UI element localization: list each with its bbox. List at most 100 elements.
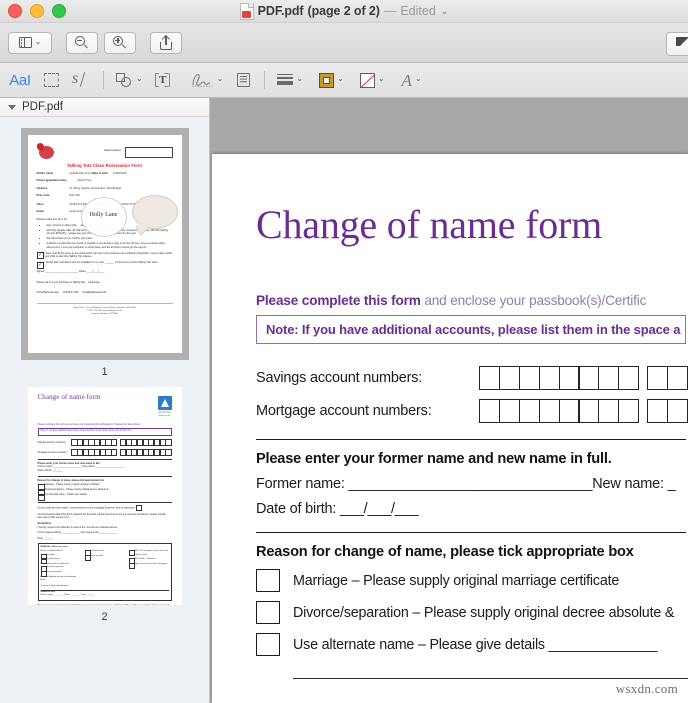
text-selection-icon: AaI bbox=[9, 72, 31, 89]
chevron-down-icon: ⌄ bbox=[35, 38, 42, 46]
border-color-tool[interactable]: ⌄ bbox=[316, 67, 347, 93]
zoom-out-button[interactable] bbox=[66, 32, 98, 54]
thumb2-reason-row: Divorce/separation – Please supply origi… bbox=[38, 489, 172, 493]
former-name-line: Former name: ___________________________… bbox=[256, 476, 688, 492]
annotation-speech-bubble[interactable] bbox=[132, 195, 178, 229]
class-location-label: Class location: bbox=[104, 149, 121, 153]
annotation-toolbar: AaI s ⌄ T bbox=[0, 63, 688, 98]
thumb2-reason-row: Use alternate name – Please give details bbox=[38, 494, 172, 498]
names-heading: Please enter your former name and new na… bbox=[256, 451, 688, 467]
checkbox-divorce[interactable] bbox=[256, 601, 280, 624]
reason-row-alternate: Use alternate name – Please give details… bbox=[256, 633, 688, 656]
thumbnail-page-1[interactable]: Class location: Talking Tots Class Reser… bbox=[28, 135, 182, 353]
pdf-page-2[interactable]: Change of name form Please complete this… bbox=[212, 154, 688, 703]
zoom-button[interactable] bbox=[52, 4, 66, 18]
thumb2-misc: I hereby request the following to amend … bbox=[38, 526, 172, 530]
thumb2-title: Change of name form bbox=[38, 396, 101, 400]
pdf-file-icon bbox=[240, 3, 254, 20]
shape-style-icon bbox=[277, 74, 293, 86]
fill-color-tool[interactable]: ⌄ bbox=[357, 67, 388, 93]
text-selection-tool[interactable]: AaI bbox=[6, 67, 34, 93]
markup-toolbar-button[interactable] bbox=[666, 32, 688, 57]
toolbar-divider bbox=[103, 71, 104, 89]
text-box-tool[interactable]: T bbox=[149, 67, 177, 93]
toolbar-divider bbox=[264, 71, 265, 89]
thumbnail-item-1[interactable]: Class location: Talking Tots Class Reser… bbox=[0, 128, 209, 378]
class-location-box bbox=[125, 147, 173, 158]
window-title: PDF.pdf (page 2 of 2) — Edited ⌄ bbox=[0, 0, 688, 22]
sidebar-header[interactable]: PDF.pdf bbox=[0, 98, 209, 117]
thumb1-note: Please tell us if you purchase of Talkin… bbox=[37, 281, 173, 285]
thumb2-office-panel: BRANCH / Office use only Name of identif… bbox=[38, 543, 172, 601]
title-dash: — bbox=[384, 4, 397, 18]
thumb2-mortgage-row: Mortgage account numbers: bbox=[38, 449, 172, 456]
thumb2-note: Note: If you have additional accounts, p… bbox=[38, 428, 172, 436]
thumb1-checkbox-row: ✓I have read all the terms & you should … bbox=[37, 252, 173, 259]
document-intro-rest: and enclose your passbook(s)/Certific bbox=[421, 293, 647, 308]
title-chevron-down-icon[interactable]: ⌄ bbox=[441, 6, 449, 17]
text-style-tool[interactable]: A ⌄ bbox=[398, 67, 426, 93]
note-tool[interactable] bbox=[229, 67, 257, 93]
thumb1-footer: Head Office: The Old Bakery, Church Stre… bbox=[37, 303, 173, 316]
minimize-button[interactable] bbox=[30, 4, 44, 18]
signature-tool[interactable]: ⌄ bbox=[187, 67, 227, 93]
reason-label-marriage: Marriage – Please supply original marria… bbox=[293, 573, 619, 589]
title-edited-status: Edited bbox=[400, 4, 435, 18]
savings-account-label: Savings account numbers: bbox=[256, 370, 480, 386]
mortgage-account-cells-2[interactable] bbox=[648, 399, 688, 423]
share-button[interactable] bbox=[150, 32, 182, 54]
savings-account-cells-1[interactable] bbox=[480, 366, 639, 390]
talking-tots-logo-icon bbox=[37, 143, 59, 161]
sketch-icon: s bbox=[72, 72, 92, 88]
thumb1-contact: Fiona Baring-Roope 07436 37 080 fiona@ta… bbox=[37, 291, 173, 295]
document-intro: Please complete this form and enclose yo… bbox=[256, 293, 688, 308]
page-gap bbox=[210, 98, 688, 154]
thumbnail-item-2[interactable]: Change of name form SKIPTON Building Soc… bbox=[0, 387, 209, 623]
note-icon bbox=[237, 73, 250, 87]
shapes-tool[interactable]: ⌄ bbox=[113, 67, 146, 93]
sidebar-header-label: PDF.pdf bbox=[22, 101, 63, 113]
main-toolbar: ⌄ bbox=[0, 23, 688, 63]
reason-heading: Reason for change of name, please tick a… bbox=[256, 544, 688, 560]
thumb2-savings-row: Savings account numbers: bbox=[38, 439, 172, 446]
rectangular-selection-tool[interactable] bbox=[37, 67, 65, 93]
skipton-logo-icon: SKIPTON Building Society bbox=[158, 396, 172, 418]
annotation-text-holly-lane[interactable]: Holly Lane bbox=[90, 211, 118, 218]
shape-style-tool[interactable]: ⌄ bbox=[274, 67, 306, 93]
checkbox-alternate-name[interactable] bbox=[256, 633, 280, 656]
thumb2-misc: Date __/__/__ bbox=[38, 537, 172, 541]
reason-label-divorce: Divorce/separation – Please supply origi… bbox=[293, 605, 674, 621]
mortgage-account-cells-1[interactable] bbox=[480, 399, 639, 423]
former-name-label: Former name: ___________________________… bbox=[256, 476, 592, 492]
thumbnail-sidebar[interactable]: PDF.pdf Class location: Talking Tots Cla… bbox=[0, 98, 210, 703]
zoom-in-icon bbox=[113, 36, 127, 50]
close-button[interactable] bbox=[8, 4, 22, 18]
window-controls bbox=[8, 0, 66, 22]
disclosure-triangle-icon[interactable] bbox=[8, 105, 16, 110]
thumb2-rule bbox=[38, 502, 172, 503]
sketch-tool[interactable]: s bbox=[68, 67, 96, 93]
checkbox-marriage[interactable] bbox=[256, 569, 280, 592]
thumb2-reason-heading: Reason for change of name, please tick a… bbox=[38, 479, 172, 483]
chevron-down-icon: ⌄ bbox=[378, 75, 385, 83]
thumb2-intro: Please complete this form and enclose yo… bbox=[38, 423, 172, 427]
thumb1-row: Address 21 Viking heights, Northenden, W… bbox=[37, 183, 173, 191]
thumb2-rule bbox=[38, 476, 172, 477]
sidebar-toggle-button[interactable]: ⌄ bbox=[8, 32, 52, 54]
thumb1-title: Talking Tots Class Reservation Form bbox=[37, 161, 173, 168]
thumb2-misc: Our Financial & data Directions required… bbox=[38, 513, 172, 520]
text-style-icon: A bbox=[401, 72, 411, 89]
border-color-icon bbox=[319, 73, 334, 88]
chevron-down-icon: ⌄ bbox=[337, 75, 344, 83]
share-icon bbox=[160, 36, 172, 50]
document-view[interactable]: Change of name form Please complete this… bbox=[210, 98, 688, 703]
thumbnail-list: Class location: Talking Tots Class Reser… bbox=[0, 117, 209, 623]
thumb2-rule bbox=[38, 459, 172, 460]
reason-row-marriage: Marriage – Please supply original marria… bbox=[256, 569, 688, 592]
title-page-indicator: (page 2 of 2) bbox=[308, 4, 380, 18]
thumbnail-page-2[interactable]: Change of name form SKIPTON Building Soc… bbox=[28, 387, 182, 605]
savings-account-cells-2[interactable] bbox=[648, 366, 688, 390]
zoom-in-button[interactable] bbox=[104, 32, 136, 54]
markup-pen-icon bbox=[676, 37, 688, 52]
preview-window: PDF.pdf (page 2 of 2) — Edited ⌄ ⌄ bbox=[0, 0, 688, 703]
